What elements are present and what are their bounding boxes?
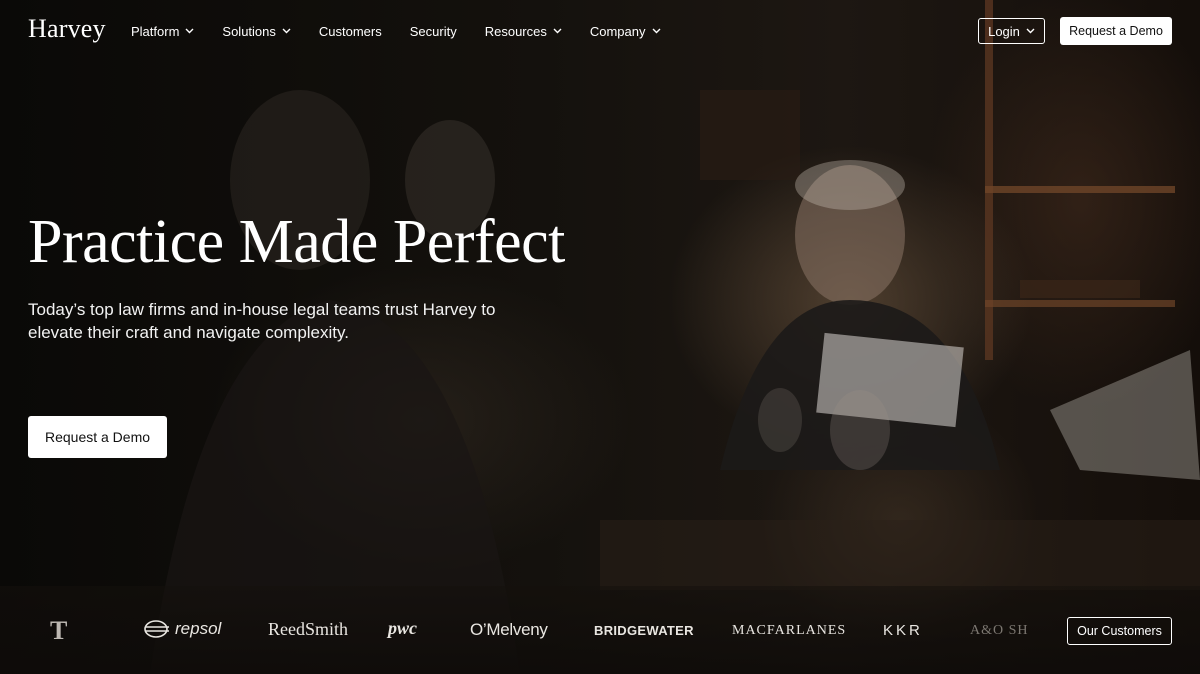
- nav-item-security[interactable]: Security: [410, 22, 457, 40]
- nav-item-customers[interactable]: Customers: [319, 22, 382, 40]
- nav-item-company[interactable]: Company: [590, 22, 661, 40]
- nav-item-label: Customers: [318, 23, 382, 39]
- top-navigation: Harvey Platform Solutions Customers Secu…: [0, 0, 1200, 62]
- nav-item-label: Platform: [131, 23, 180, 39]
- request-demo-button-hero[interactable]: Request a Demo: [28, 416, 167, 458]
- pwc-logo: pwc: [388, 618, 417, 639]
- hero-title: Practice Made Perfect: [28, 208, 565, 276]
- ao-shearman-logo: A&O SH: [970, 623, 1029, 638]
- nav-links: Platform Solutions Customers Security Re…: [131, 22, 689, 40]
- login-label: Login: [988, 23, 1020, 39]
- nav-item-label: Solutions: [222, 23, 276, 39]
- reedsmith-logo: ReedSmith: [268, 619, 348, 639]
- nav-item-solutions[interactable]: Solutions: [222, 22, 291, 40]
- chevron-down-icon: [282, 28, 291, 34]
- login-button[interactable]: Login: [978, 18, 1045, 44]
- chevron-down-icon: [553, 28, 562, 34]
- nav-item-label: Resources: [484, 23, 547, 39]
- our-customers-button[interactable]: Our Customers: [1067, 617, 1172, 645]
- pwc-wordmark: pwc: [388, 618, 417, 638]
- chevron-down-icon: [652, 28, 660, 34]
- nav-item-platform[interactable]: Platform: [131, 22, 194, 40]
- hero-subtitle: Today’s top law firms and in-house legal…: [28, 300, 496, 342]
- nav-item-label: Company: [589, 23, 646, 39]
- bridgewater-logo: BRIDGEWATER: [594, 623, 694, 638]
- repsol-logo: repsol: [143, 619, 221, 639]
- repsol-wordmark: repsol: [175, 619, 222, 638]
- telekom-logo: T: [50, 616, 68, 645]
- nav-item-resources[interactable]: Resources: [485, 22, 562, 40]
- kkr-logo: KKR: [883, 622, 923, 639]
- nav-item-label: Security: [409, 23, 457, 39]
- request-demo-button-nav[interactable]: Request a Demo: [1060, 17, 1172, 45]
- omelveny-logo: O’Melveny: [470, 620, 548, 639]
- macfarlanes-logo: MACFARLANES: [732, 623, 847, 638]
- chevron-down-icon: [185, 28, 194, 34]
- repsol-mark-icon: [144, 620, 169, 638]
- harvey-logo[interactable]: Harvey: [28, 14, 106, 44]
- chevron-down-icon: [1026, 28, 1035, 34]
